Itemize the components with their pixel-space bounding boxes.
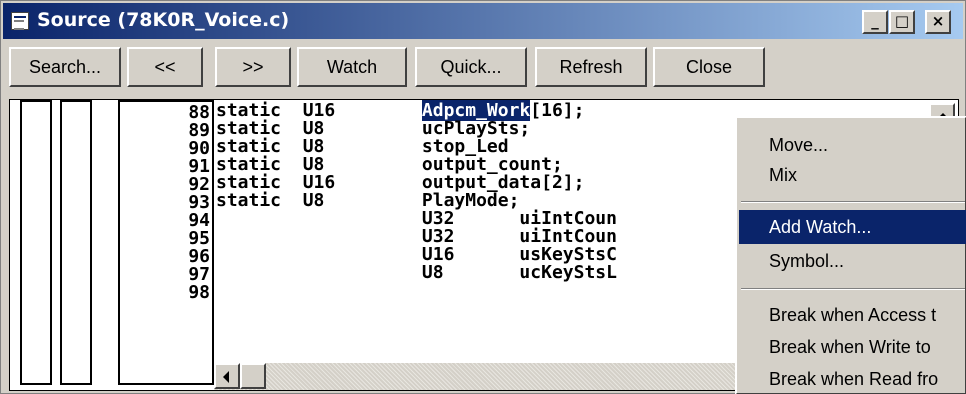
left-arrow-icon <box>223 371 229 383</box>
marker-column[interactable] <box>60 100 92 385</box>
forward-button[interactable]: >> <box>215 47 291 87</box>
refresh-button[interactable]: Refresh <box>535 47 647 87</box>
window-title: Source (78K0R_Voice.c) <box>37 9 290 31</box>
title-bar[interactable]: Source (78K0R_Voice.c) _ □ × <box>3 3 963 39</box>
scroll-thumb[interactable] <box>240 363 266 389</box>
close-window-button[interactable]: × <box>925 10 951 34</box>
minimize-button[interactable]: _ <box>862 10 888 34</box>
back-button[interactable]: << <box>127 47 203 87</box>
search-button[interactable]: Search... <box>9 47 121 87</box>
line-number: 98 <box>188 282 210 303</box>
menu-item-mix[interactable]: Mix <box>739 158 966 192</box>
maximize-button[interactable]: □ <box>889 10 915 34</box>
menu-item-break-on-read[interactable]: Break when Read fro <box>739 362 966 394</box>
horizontal-scrollbar[interactable] <box>214 363 744 390</box>
menu-item-move[interactable]: Move... <box>739 128 966 162</box>
code-text: [16]; <box>530 100 585 121</box>
watch-button[interactable]: Watch <box>297 47 407 87</box>
line-number-column: 88 89 90 91 92 93 94 95 96 97 98 <box>118 100 214 385</box>
scroll-left-button[interactable] <box>214 363 240 389</box>
menu-separator <box>741 288 965 290</box>
code-area[interactable]: static U16 Adpcm_Work[16]; static U8 ucP… <box>214 100 744 365</box>
breakpoint-column[interactable] <box>20 100 52 385</box>
source-window: Source (78K0R_Voice.c) _ □ × Search... <… <box>0 0 966 394</box>
code-line[interactable]: U8 ucKeyStsL <box>216 264 617 282</box>
menu-item-break-on-access[interactable]: Break when Access t <box>739 298 966 332</box>
menu-item-add-watch[interactable]: Add Watch... <box>739 210 966 244</box>
code-text: U8 ucKeyStsL <box>216 262 617 283</box>
quick-button[interactable]: Quick... <box>415 47 527 87</box>
menu-separator <box>741 201 965 203</box>
menu-item-symbol[interactable]: Symbol... <box>739 244 966 278</box>
source-window-icon <box>11 12 29 30</box>
close-button[interactable]: Close <box>653 47 765 87</box>
menu-item-break-on-write[interactable]: Break when Write to <box>739 330 966 364</box>
context-menu: Move... Mix Add Watch... Symbol... Break… <box>735 116 966 394</box>
